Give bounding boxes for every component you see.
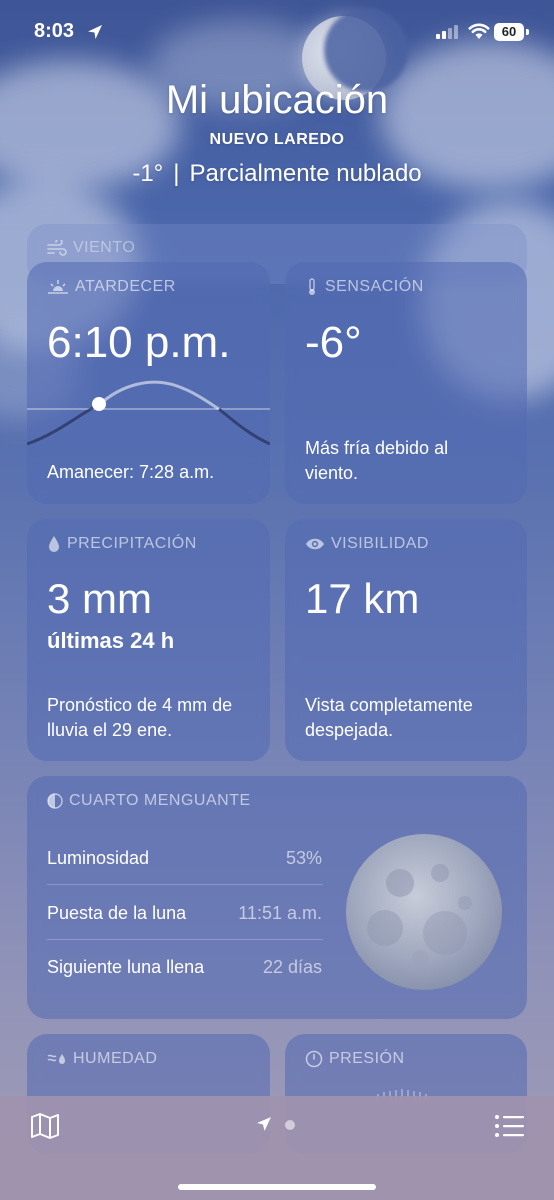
location-title: Mi ubicación — [165, 78, 389, 122]
precipitation-forecast: Pronóstico de 4 mm de lluvia el 29 ene. — [47, 695, 233, 740]
moon-row-value: 53% — [285, 848, 322, 868]
home-indicator — [178, 1184, 376, 1190]
moon-row-value: 11:51 a.m. — [238, 903, 322, 923]
status-bar: 8:03 60 — [0, 0, 554, 64]
feels-like-label: SENSACIÓN — [325, 278, 424, 295]
sunset-icon — [48, 280, 68, 294]
feels-like-card[interactable]: SENSACIÓN -6° Más fría debido al viento. — [285, 262, 527, 504]
moon-row-label: Puesta de la luna — [47, 903, 187, 923]
precipitation-card[interactable]: PRECIPITACIÓN 3 mm últimas 24 h Pronósti… — [27, 519, 270, 761]
moon-image — [346, 834, 502, 990]
current-temperature: -1° — [132, 160, 164, 187]
status-time: 8:03 — [34, 20, 75, 42]
sun-position-dot — [92, 397, 106, 411]
map-icon[interactable] — [30, 1112, 60, 1140]
moon-row-label: Luminosidad — [47, 848, 150, 868]
precipitation-label: PRECIPITACIÓN — [67, 535, 197, 552]
wind-icon — [47, 240, 67, 256]
pressure-label: PRESIÓN — [329, 1050, 405, 1067]
battery-indicator: 60 — [494, 23, 524, 41]
sunrise-time: Amanecer: 7:28 a.m. — [47, 462, 215, 482]
feels-like-note: Más fría debido al viento. — [305, 438, 449, 483]
condition-text: Parcialmente nublado — [189, 160, 422, 187]
moon-phase-icon — [47, 793, 63, 809]
moon-phase-label: CUARTO MENGUANTE — [69, 792, 251, 809]
wifi-icon — [468, 23, 490, 39]
sun-path-graph — [27, 380, 270, 446]
raindrop-icon — [49, 536, 59, 552]
visibility-card[interactable]: VISIBILIDAD 17 km Vista completamente de… — [285, 519, 527, 761]
sunset-card[interactable]: ATARDECER 6:10 p.m. Amanecer: 7:28 a.m. — [27, 262, 270, 504]
cellular-signal-icon — [436, 25, 458, 39]
separator: | — [173, 160, 180, 187]
gauge-icon — [305, 1050, 323, 1068]
wind-label: VIENTO — [73, 239, 136, 256]
precipitation-value: 3 mm — [47, 575, 152, 622]
current-conditions: -1° | Parcialmente nublado — [0, 160, 554, 188]
visibility-note: Vista completamente despejada. — [305, 695, 473, 740]
precipitation-period: últimas 24 h — [47, 628, 175, 653]
moon-row-label: Siguiente luna llena — [47, 957, 205, 977]
page-dot-icon[interactable] — [285, 1120, 295, 1130]
moon-phase-card[interactable]: CUARTO MENGUANTE Luminosidad 53% Puesta … — [27, 776, 527, 1019]
location-arrow-icon[interactable] — [256, 1116, 272, 1132]
visibility-value: 17 km — [305, 575, 420, 622]
moon-row-value: 22 días — [262, 957, 322, 977]
sunset-label: ATARDECER — [75, 278, 176, 295]
humidity-icon — [47, 1054, 65, 1064]
feels-like-value: -6° — [305, 318, 362, 367]
humidity-label: HUMEDAD — [73, 1050, 158, 1067]
sunset-time: 6:10 p.m. — [47, 318, 231, 367]
visibility-label: VISIBILIDAD — [331, 535, 429, 552]
eye-icon — [306, 538, 324, 550]
list-icon[interactable] — [494, 1114, 524, 1138]
location-arrow-icon — [88, 25, 102, 39]
thermometer-icon — [309, 278, 315, 295]
city-name: NUEVO LAREDO — [209, 131, 345, 148]
